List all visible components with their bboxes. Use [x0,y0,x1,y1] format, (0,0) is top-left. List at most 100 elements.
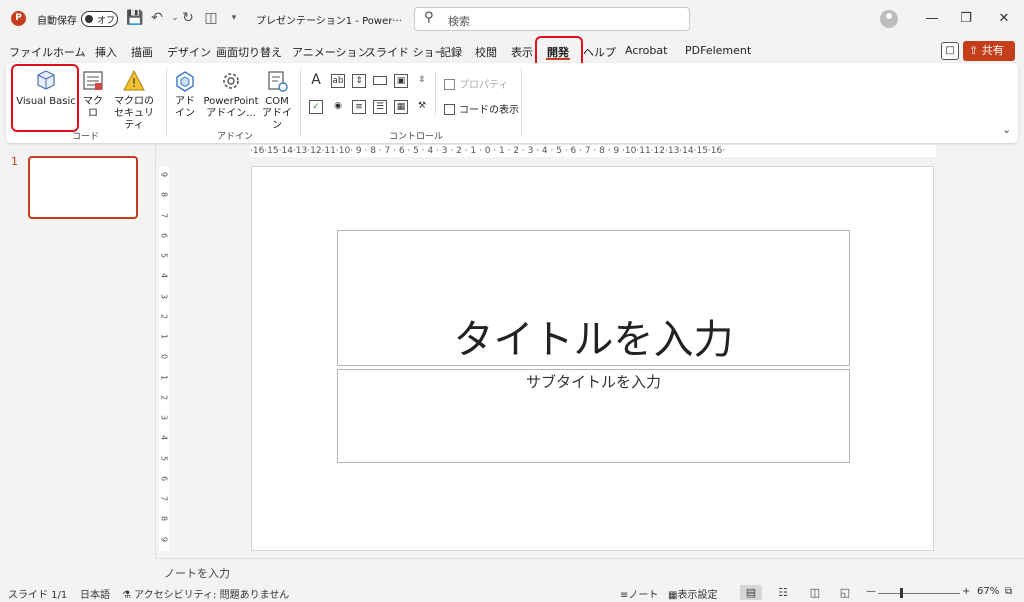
togglebutton-control-icon[interactable]: ▦ [394,100,408,114]
zoom-level[interactable]: 67% [977,586,999,597]
undo-icon[interactable]: ↶ [148,9,166,27]
slide-sorter-icon[interactable]: ☷ [772,585,794,600]
addins-label-1: アド [175,96,195,107]
tab-pdfelement[interactable]: PDFelement [685,44,751,57]
image-control-icon[interactable]: ▣ [394,74,408,88]
spinbutton-control-icon[interactable]: ⇕ [352,74,366,88]
close-icon[interactable]: ✕ [994,9,1014,29]
checkbox-control-icon[interactable]: ✓ [309,100,323,114]
subtitle-placeholder[interactable]: サブタイトルを入力 [337,369,850,463]
vertical-ruler-tick: 1 [159,374,169,380]
vertical-ruler-tick: 4 [159,435,169,441]
tab-insert[interactable]: 挿入 [95,44,117,60]
addins-icon [176,71,194,92]
zoom-slider-thumb[interactable] [900,588,903,598]
tab-record[interactable]: 記録 [440,44,462,60]
notes-pane[interactable]: ノートを入力 [156,558,1024,582]
status-bar: スライド 1/1 日本語 ⚗ アクセシビリティ: 問題ありません ≡ノート ▦表… [0,583,1024,602]
fit-to-window-icon[interactable]: ⧉ [1005,586,1012,597]
powerpoint-addins-button[interactable]: PowerPoint アドイン... [202,69,260,120]
vertical-ruler-tick: 7 [159,496,169,502]
vertical-ruler-tick: 3 [159,415,169,421]
commandbutton-control-icon[interactable] [373,76,387,85]
vertical-ruler-tick: 4 [159,273,169,279]
properties-icon [444,79,455,90]
title-placeholder[interactable]: タイトルを入力 [337,230,850,366]
controls-group-label: コントロール [389,132,444,142]
slide-canvas[interactable]: タイトルを入力 サブタイトルを入力 [251,166,934,551]
com-addins-button[interactable]: COM アドイン [262,69,292,132]
listbox-control-icon[interactable]: ≡ [352,100,366,114]
vertical-ruler-tick: 2 [159,313,169,319]
warning-icon: ! [123,69,145,91]
vertical-ruler-tick: 5 [159,455,169,461]
addins-button[interactable]: アド イン [172,69,198,120]
title-placeholder-text: タイトルを入力 [453,317,734,363]
zoom-in-icon[interactable]: + [962,586,970,597]
comment-icon[interactable]: □ [941,42,959,60]
notes-placeholder: ノートを入力 [164,567,230,580]
save-icon[interactable]: 💾 [126,9,144,27]
textbox-control-icon[interactable]: ab [331,74,345,88]
more-controls-icon[interactable]: ⚒ [415,100,429,114]
language-indicator[interactable]: 日本語 [80,586,110,601]
zoom-slider[interactable] [878,593,960,594]
tab-transitions[interactable]: 画面切り替え [216,44,282,60]
accessibility-status[interactable]: ⚗ アクセシビリティ: 問題ありません [122,586,289,601]
redo-icon[interactable]: ↻ [179,9,197,27]
ribbon-panel: Visual Basic マクロ ! マクロの セキュリティ コード アド イン [6,63,1018,143]
slide-count: スライド 1/1 [8,590,68,601]
zoom-out-icon[interactable]: — [866,586,876,597]
tab-view[interactable]: 表示 [511,44,533,60]
macro-button[interactable]: マクロ [79,69,107,120]
optionbutton-control-icon[interactable]: ◉ [331,100,345,114]
tab-file[interactable]: ファイル [9,44,53,60]
properties-button[interactable]: プロパティ [444,76,508,91]
restore-icon[interactable]: ❐ [956,9,976,29]
vertical-ruler-tick: 5 [159,253,169,259]
tab-animations[interactable]: アニメーション [292,44,369,60]
slideshow-view-icon[interactable]: ◱ [834,585,856,600]
gear-icon [223,73,239,89]
tab-design[interactable]: デザイン [167,44,211,60]
start-from-beginning-icon[interactable]: ◫ [202,9,220,27]
share-button[interactable]: ⇧ 共有 ⌄ [963,41,1015,77]
powerpoint-addins-label-1: PowerPoint [203,96,259,107]
chevron-down-icon[interactable]: ⌄ [1002,123,1011,136]
accessibility-text: アクセシビリティ: 問題ありません [134,590,290,601]
ribbon-tabs: ファイル ホーム 挿入 描画 デザイン 画面切り替え アニメーション スライド … [0,40,1024,62]
search-input[interactable]: ⚲ 検索 [414,7,690,31]
normal-view-icon[interactable]: ▤ [740,585,762,600]
vertical-ruler-tick: 6 [159,232,169,238]
toggle-knob-icon [85,15,93,23]
label-control-icon[interactable]: A [309,73,323,88]
visual-basic-highlight [11,64,79,132]
slide-thumbnail[interactable] [28,156,138,219]
display-settings-button[interactable]: ▦表示設定 [668,586,717,601]
customize-toolbar-icon[interactable]: ▾ [225,9,243,27]
vertical-ruler-tick: 9 [159,171,169,178]
display-settings-label: 表示設定 [677,590,718,601]
tab-help[interactable]: ヘルプ [583,44,616,60]
account-avatar[interactable] [880,10,898,28]
group-separator [166,69,167,137]
group-separator [521,69,522,137]
tab-acrobat[interactable]: Acrobat [625,44,667,57]
view-code-label: コードの表示 [459,105,519,116]
tab-slideshow[interactable]: スライド ショー [365,44,446,60]
autosave-toggle[interactable]: オフ [81,11,118,27]
svg-text:!: ! [132,76,137,90]
tab-review[interactable]: 校閲 [475,44,497,60]
reading-view-icon[interactable]: ◫ [804,585,826,600]
tab-home[interactable]: ホーム [53,44,86,60]
tab-draw[interactable]: 描画 [131,44,153,60]
macro-security-button[interactable]: ! マクロの セキュリティ [110,69,158,132]
search-placeholder: 検索 [448,15,470,28]
notes-toggle[interactable]: ≡ノート [620,586,658,601]
vertical-ruler-tick: 3 [159,293,169,299]
combobox-control-icon[interactable]: ☰ [373,100,387,114]
vertical-ruler-tick: 7 [159,212,169,218]
minimize-icon[interactable]: — [922,9,942,29]
view-code-button[interactable]: コードの表示 [444,101,519,116]
scrollbar-control-icon[interactable]: ⇳ [415,74,429,88]
